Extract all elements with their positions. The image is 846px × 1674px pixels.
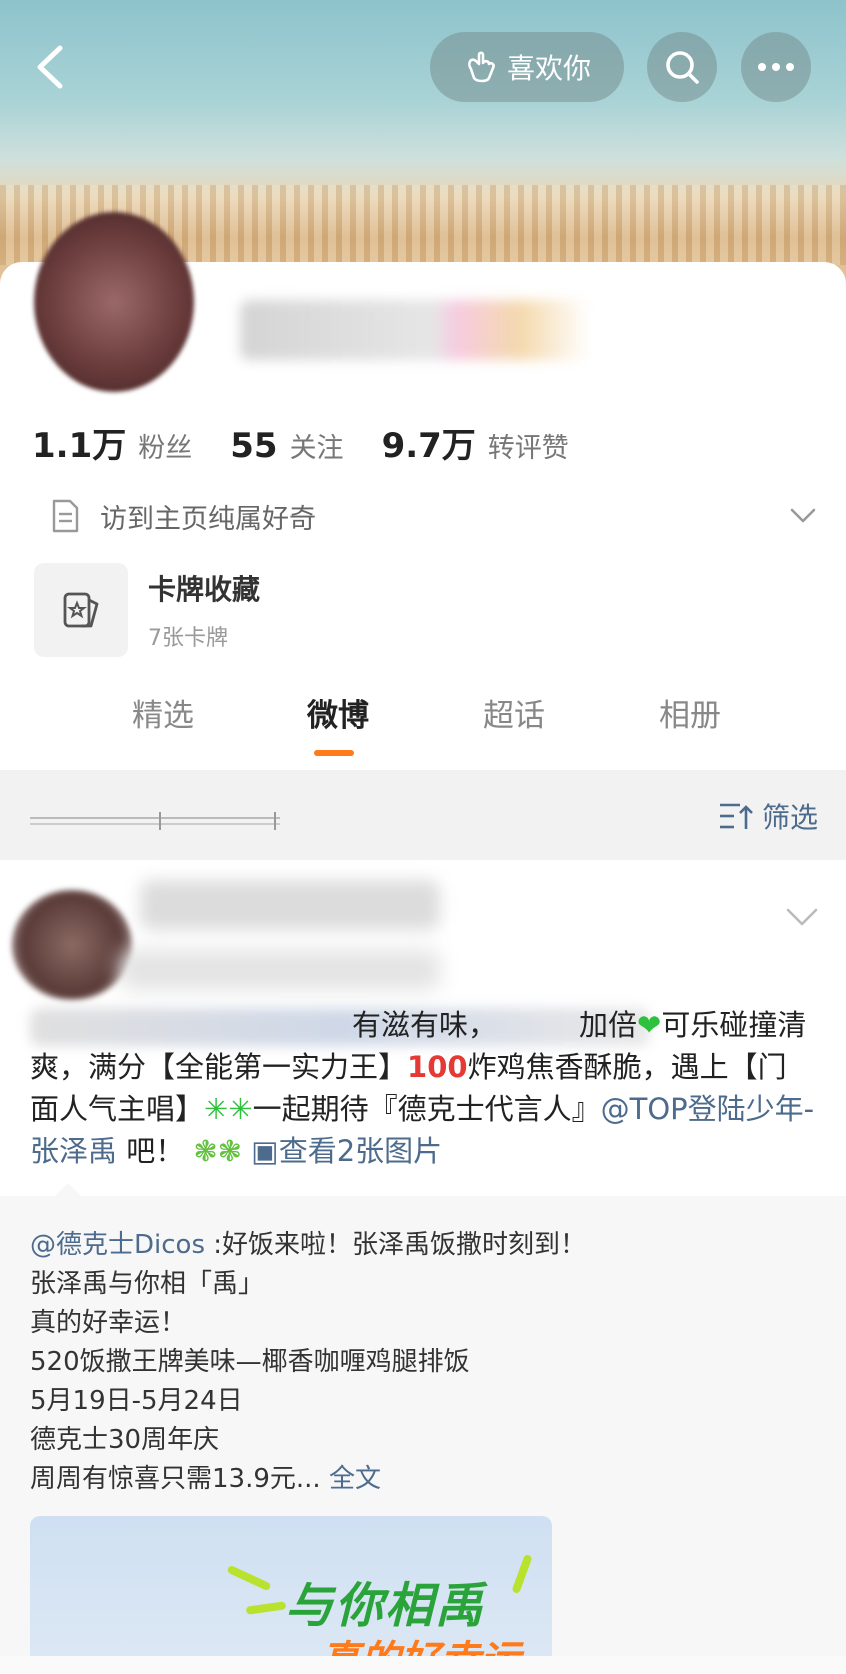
- repost-line: 周周有惊喜只需13.9元... 全文: [30, 1460, 586, 1499]
- bio-text: 访到主页纯属好奇: [100, 503, 316, 535]
- more-button[interactable]: [741, 32, 811, 102]
- tab-active-indicator: [314, 750, 354, 756]
- search-icon: [666, 51, 699, 84]
- image-spark: [511, 1553, 533, 1595]
- post-line-1: 有滋有味， 加倍❤可乐碰撞清: [30, 1004, 820, 1046]
- nickname-redacted: [240, 300, 590, 360]
- post-line-3: 面人气主唱】✳✳一起期待『德克士代言人』@TOP登陆少年-张泽禹 吧！ ❃❃ ▣…: [30, 1088, 820, 1172]
- filter-label: 筛选: [761, 801, 818, 834]
- tab-super-topic[interactable]: 超话: [454, 690, 574, 735]
- stat-interactions[interactable]: 9.7万 转评赞: [382, 418, 569, 467]
- like-you-label: 喜欢你: [506, 52, 591, 85]
- filter-button[interactable]: 筛选: [718, 796, 818, 836]
- post-avatar[interactable]: [12, 890, 132, 1000]
- post-meta-redacted: [120, 950, 440, 990]
- post-text-segment: 炸鸡焦香酥脆，遇上【门: [467, 1050, 787, 1084]
- redacted-scribble: [30, 812, 280, 830]
- stat-number: 55: [230, 426, 278, 466]
- chevron-down-icon[interactable]: [782, 900, 822, 934]
- sparkle-icon: ❃❃: [184, 1134, 252, 1168]
- image-icon: ▣: [251, 1134, 279, 1168]
- sparkle-icon: ✳✳: [204, 1092, 253, 1126]
- repost-image[interactable]: 与你相禹 真的好幸运: [30, 1516, 552, 1674]
- post-text-segment: 爽，满分【全能第一实力王】: [30, 1050, 408, 1084]
- card-collection[interactable]: 卡牌收藏 7张卡牌: [34, 563, 260, 657]
- post-text-segment: 吧！: [117, 1134, 185, 1168]
- back-button[interactable]: [26, 40, 74, 94]
- tab-weibo[interactable]: 微博: [278, 690, 398, 735]
- view-images-label: 查看2张图片: [278, 1134, 443, 1168]
- image-spark: [226, 1564, 272, 1592]
- post-author-redacted: [140, 880, 440, 930]
- stat-number: 9.7万: [381, 426, 476, 466]
- full-text-link[interactable]: 全文: [329, 1464, 381, 1494]
- chevron-down-icon[interactable]: [786, 498, 820, 532]
- repost-text-segment: 周周有惊喜只需13.9元...: [30, 1464, 321, 1494]
- stat-fans[interactable]: 1.1万 粉丝: [32, 418, 192, 467]
- card-collection-icon-box: [34, 563, 128, 657]
- card-collection-count: 7张卡牌: [148, 626, 228, 651]
- post-text-segment: 一起期待『德克士代言人』: [252, 1092, 601, 1126]
- view-images-link[interactable]: ▣查看2张图片: [251, 1134, 442, 1168]
- top-bar: 喜欢你: [0, 32, 846, 102]
- repost-notch: [54, 1183, 82, 1197]
- tab-featured[interactable]: 精选: [103, 690, 223, 735]
- post-line-2: 爽，满分【全能第一实力王】100炸鸡焦香酥脆，遇上【门: [30, 1046, 820, 1088]
- document-icon: [52, 499, 79, 533]
- stat-number: 1.1万: [32, 426, 127, 466]
- more-icon: [758, 63, 794, 71]
- stat-label: 粉丝: [138, 433, 193, 464]
- repost-line: 德克士30周年庆: [30, 1425, 220, 1455]
- stat-label: 关注: [289, 433, 344, 464]
- green-heart-emoji: ❤: [637, 1008, 662, 1042]
- profile-stats: 1.1万 粉丝 55 关注 9.7万 转评赞: [32, 418, 607, 467]
- search-button[interactable]: [647, 32, 717, 102]
- hundred-emoji: 100: [407, 1050, 468, 1084]
- repost-line: 5月19日-5月24日: [30, 1386, 243, 1416]
- repost-text-segment: :好饭来啦！张泽禹饭撒时刻到！: [205, 1230, 587, 1260]
- post-body: 有滋有味， 加倍❤可乐碰撞清 爽，满分【全能第一实力王】100炸鸡焦香酥脆，遇上【…: [30, 1004, 820, 1172]
- avatar[interactable]: [34, 212, 194, 392]
- bio-row[interactable]: 访到主页纯属好奇: [50, 494, 820, 538]
- image-title: 与你相禹: [285, 1578, 486, 1634]
- repost-line: @德克士Dicos :好饭来啦！张泽禹饭撒时刻到！: [30, 1226, 586, 1265]
- tab-album[interactable]: 相册: [630, 690, 750, 735]
- repost-line: 520饭撒王牌美味—椰香咖喱鸡腿排饭: [30, 1347, 470, 1377]
- repost-author-link[interactable]: @德克士Dicos: [30, 1230, 205, 1260]
- stat-following[interactable]: 55 关注: [230, 426, 343, 466]
- filter-icon: [719, 803, 753, 829]
- like-you-button[interactable]: 喜欢你: [430, 32, 624, 102]
- post-text-segment: 可乐碰撞清: [661, 1008, 807, 1042]
- bottom-edge: [0, 1656, 846, 1674]
- stat-label: 转评赞: [487, 433, 569, 464]
- chevron-left-icon: [37, 45, 63, 89]
- post-text-segment: 有滋有味，: [352, 1008, 498, 1042]
- hand-heart-icon: [468, 51, 495, 83]
- image-spark: [245, 1601, 287, 1615]
- post-text-segment: 加倍: [579, 1008, 638, 1042]
- repost-line: 张泽禹与你相「禹」: [30, 1269, 265, 1299]
- repost-line: 真的好幸运！: [30, 1308, 187, 1338]
- repost-text: @德克士Dicos :好饭来啦！张泽禹饭撒时刻到！ 张泽禹与你相「禹」 真的好幸…: [30, 1226, 586, 1499]
- card-star-icon: [63, 592, 99, 628]
- post-text-segment: 面人气主唱】: [30, 1092, 205, 1126]
- card-collection-title: 卡牌收藏: [148, 573, 261, 606]
- profile-tabs: 精选 微博 超话 相册: [0, 690, 846, 758]
